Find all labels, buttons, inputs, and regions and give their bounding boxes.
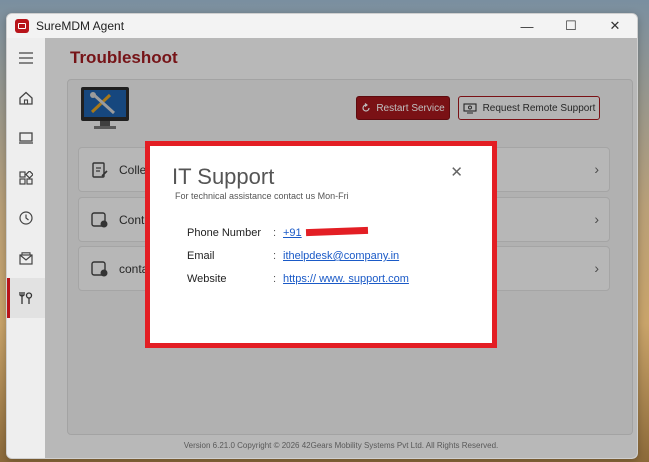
- apps-icon[interactable]: [7, 158, 45, 198]
- website-label: Website: [187, 273, 227, 285]
- title-bar: SureMDM Agent — ☐ ✕: [7, 14, 637, 38]
- home-icon[interactable]: [7, 78, 45, 118]
- clock-icon[interactable]: [7, 198, 45, 238]
- separator: :: [273, 227, 277, 239]
- separator: :: [273, 273, 277, 285]
- tools-icon[interactable]: [7, 278, 45, 318]
- website-link[interactable]: https:// www. support.com: [283, 273, 409, 285]
- email-row: Email : ithelpdesk@company.in: [187, 250, 399, 262]
- app-logo-icon: [15, 19, 29, 33]
- redaction-mark: [305, 226, 369, 237]
- window-title: SureMDM Agent: [36, 19, 125, 33]
- website-row: Website : https:// www. support.com: [187, 273, 409, 285]
- phone-row: Phone Number : +91: [187, 227, 302, 239]
- email-label: Email: [187, 250, 215, 262]
- minimize-button[interactable]: —: [505, 14, 549, 38]
- mail-icon[interactable]: [7, 238, 45, 278]
- email-link[interactable]: ithelpdesk@company.in: [283, 250, 399, 262]
- separator: :: [273, 250, 277, 262]
- menu-icon[interactable]: [7, 38, 45, 78]
- phone-label: Phone Number: [187, 227, 261, 239]
- device-icon[interactable]: [7, 118, 45, 158]
- phone-link[interactable]: +91: [283, 227, 302, 239]
- sidebar: [7, 38, 45, 458]
- close-window-button[interactable]: ✕: [593, 14, 637, 38]
- it-support-dialog-highlight: IT Support For technical assistance cont…: [145, 141, 497, 348]
- app-window: SureMDM Agent — ☐ ✕ Troubleshoot Restart…: [6, 13, 638, 459]
- close-icon[interactable]: ✕: [450, 163, 463, 181]
- dialog-title: IT Support: [172, 164, 275, 189]
- dialog-subtitle: For technical assistance contact us Mon-…: [175, 191, 349, 201]
- it-support-dialog: IT Support For technical assistance cont…: [153, 149, 489, 340]
- maximize-button[interactable]: ☐: [549, 14, 593, 38]
